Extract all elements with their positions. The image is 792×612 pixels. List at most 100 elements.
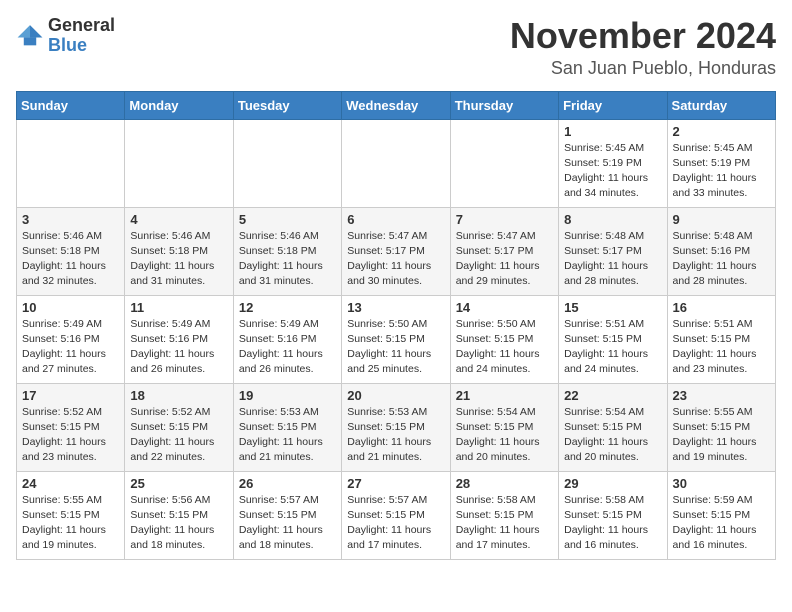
calendar-cell: 1 Sunrise: 5:45 AM Sunset: 5:19 PM Daylig… [559,119,667,207]
day-info: Sunrise: 5:53 AM Sunset: 5:15 PM Dayligh… [239,405,336,466]
calendar-body: 1 Sunrise: 5:45 AM Sunset: 5:19 PM Daylig… [17,119,776,559]
day-info: Sunrise: 5:46 AM Sunset: 5:18 PM Dayligh… [22,229,119,290]
day-number: 15 [564,300,661,315]
week-row-2: 3 Sunrise: 5:46 AM Sunset: 5:18 PM Daylig… [17,207,776,295]
day-info: Sunrise: 5:46 AM Sunset: 5:18 PM Dayligh… [130,229,227,290]
calendar-cell: 11 Sunrise: 5:49 AM Sunset: 5:16 PM Dayli… [125,295,233,383]
day-info: Sunrise: 5:48 AM Sunset: 5:17 PM Dayligh… [564,229,661,290]
day-number: 24 [22,476,119,491]
day-number: 23 [673,388,770,403]
calendar-cell: 12 Sunrise: 5:49 AM Sunset: 5:16 PM Dayli… [233,295,341,383]
calendar-cell: 21 Sunrise: 5:54 AM Sunset: 5:15 PM Dayli… [450,383,558,471]
week-row-3: 10 Sunrise: 5:49 AM Sunset: 5:16 PM Dayli… [17,295,776,383]
day-info: Sunrise: 5:45 AM Sunset: 5:19 PM Dayligh… [564,141,661,202]
calendar-cell: 10 Sunrise: 5:49 AM Sunset: 5:16 PM Dayli… [17,295,125,383]
day-number: 21 [456,388,553,403]
day-info: Sunrise: 5:56 AM Sunset: 5:15 PM Dayligh… [130,493,227,554]
calendar-cell: 23 Sunrise: 5:55 AM Sunset: 5:15 PM Dayli… [667,383,775,471]
day-number: 30 [673,476,770,491]
day-number: 1 [564,124,661,139]
calendar-cell: 15 Sunrise: 5:51 AM Sunset: 5:15 PM Dayli… [559,295,667,383]
day-number: 5 [239,212,336,227]
day-number: 20 [347,388,444,403]
title-area: November 2024 San Juan Pueblo, Honduras [510,16,776,79]
day-info: Sunrise: 5:54 AM Sunset: 5:15 PM Dayligh… [564,405,661,466]
day-number: 14 [456,300,553,315]
week-row-1: 1 Sunrise: 5:45 AM Sunset: 5:19 PM Daylig… [17,119,776,207]
day-info: Sunrise: 5:49 AM Sunset: 5:16 PM Dayligh… [22,317,119,378]
day-number: 17 [22,388,119,403]
calendar-cell [342,119,450,207]
day-info: Sunrise: 5:51 AM Sunset: 5:15 PM Dayligh… [564,317,661,378]
calendar: SundayMondayTuesdayWednesdayThursdayFrid… [16,91,776,560]
day-info: Sunrise: 5:49 AM Sunset: 5:16 PM Dayligh… [130,317,227,378]
day-number: 4 [130,212,227,227]
location-title: San Juan Pueblo, Honduras [510,58,776,79]
logo-icon [16,22,44,50]
logo: General Blue [16,16,115,56]
calendar-cell: 25 Sunrise: 5:56 AM Sunset: 5:15 PM Dayli… [125,471,233,559]
calendar-header: SundayMondayTuesdayWednesdayThursdayFrid… [17,91,776,119]
day-number: 28 [456,476,553,491]
calendar-cell: 17 Sunrise: 5:52 AM Sunset: 5:15 PM Dayli… [17,383,125,471]
day-number: 18 [130,388,227,403]
day-number: 26 [239,476,336,491]
logo-general-text: General [48,16,115,36]
day-header-monday: Monday [125,91,233,119]
day-info: Sunrise: 5:59 AM Sunset: 5:15 PM Dayligh… [673,493,770,554]
logo-text: General Blue [48,16,115,56]
day-info: Sunrise: 5:52 AM Sunset: 5:15 PM Dayligh… [130,405,227,466]
day-number: 22 [564,388,661,403]
calendar-cell [17,119,125,207]
week-row-4: 17 Sunrise: 5:52 AM Sunset: 5:15 PM Dayli… [17,383,776,471]
day-info: Sunrise: 5:47 AM Sunset: 5:17 PM Dayligh… [347,229,444,290]
day-number: 27 [347,476,444,491]
week-row-5: 24Sunrise: 5:55 AM Sunset: 5:15 PM Dayli… [17,471,776,559]
day-header-sunday: Sunday [17,91,125,119]
calendar-cell: 9 Sunrise: 5:48 AM Sunset: 5:16 PM Daylig… [667,207,775,295]
day-number: 25 [130,476,227,491]
day-info: Sunrise: 5:50 AM Sunset: 5:15 PM Dayligh… [347,317,444,378]
day-info: Sunrise: 5:55 AM Sunset: 5:15 PM Dayligh… [673,405,770,466]
day-info: Sunrise: 5:45 AM Sunset: 5:19 PM Dayligh… [673,141,770,202]
day-number: 12 [239,300,336,315]
day-info: Sunrise: 5:57 AM Sunset: 5:15 PM Dayligh… [347,493,444,554]
calendar-cell: 8 Sunrise: 5:48 AM Sunset: 5:17 PM Daylig… [559,207,667,295]
day-info: Sunrise: 5:50 AM Sunset: 5:15 PM Dayligh… [456,317,553,378]
calendar-cell: 16Sunrise: 5:51 AM Sunset: 5:15 PM Dayli… [667,295,775,383]
day-number: 9 [673,212,770,227]
day-number: 2 [673,124,770,139]
day-number: 10 [22,300,119,315]
day-number: 8 [564,212,661,227]
calendar-cell: 2 Sunrise: 5:45 AM Sunset: 5:19 PM Daylig… [667,119,775,207]
day-number: 11 [130,300,227,315]
calendar-cell: 14 Sunrise: 5:50 AM Sunset: 5:15 PM Dayli… [450,295,558,383]
day-number: 16 [673,300,770,315]
day-info: Sunrise: 5:52 AM Sunset: 5:15 PM Dayligh… [22,405,119,466]
calendar-cell: 3 Sunrise: 5:46 AM Sunset: 5:18 PM Daylig… [17,207,125,295]
day-number: 19 [239,388,336,403]
calendar-cell: 7 Sunrise: 5:47 AM Sunset: 5:17 PM Daylig… [450,207,558,295]
day-header-tuesday: Tuesday [233,91,341,119]
day-info: Sunrise: 5:58 AM Sunset: 5:15 PM Dayligh… [456,493,553,554]
calendar-cell: 18 Sunrise: 5:52 AM Sunset: 5:15 PM Dayli… [125,383,233,471]
month-title: November 2024 [510,16,776,56]
day-info: Sunrise: 5:47 AM Sunset: 5:17 PM Dayligh… [456,229,553,290]
calendar-cell: 27 Sunrise: 5:57 AM Sunset: 5:15 PM Dayli… [342,471,450,559]
day-info: Sunrise: 5:54 AM Sunset: 5:15 PM Dayligh… [456,405,553,466]
header: General Blue November 2024 San Juan Pueb… [16,16,776,79]
calendar-cell: 4 Sunrise: 5:46 AM Sunset: 5:18 PM Daylig… [125,207,233,295]
day-header-wednesday: Wednesday [342,91,450,119]
day-info: Sunrise: 5:48 AM Sunset: 5:16 PM Dayligh… [673,229,770,290]
calendar-cell: 20 Sunrise: 5:53 AM Sunset: 5:15 PM Dayli… [342,383,450,471]
calendar-cell: 24Sunrise: 5:55 AM Sunset: 5:15 PM Dayli… [17,471,125,559]
day-info: Sunrise: 5:53 AM Sunset: 5:15 PM Dayligh… [347,405,444,466]
day-info: Sunrise: 5:49 AM Sunset: 5:16 PM Dayligh… [239,317,336,378]
day-info: Sunrise: 5:57 AM Sunset: 5:15 PM Dayligh… [239,493,336,554]
day-number: 7 [456,212,553,227]
day-info: Sunrise: 5:58 AM Sunset: 5:15 PM Dayligh… [564,493,661,554]
logo-blue-text: Blue [48,36,115,56]
day-number: 3 [22,212,119,227]
calendar-cell: 6Sunrise: 5:47 AM Sunset: 5:17 PM Daylig… [342,207,450,295]
calendar-cell [450,119,558,207]
